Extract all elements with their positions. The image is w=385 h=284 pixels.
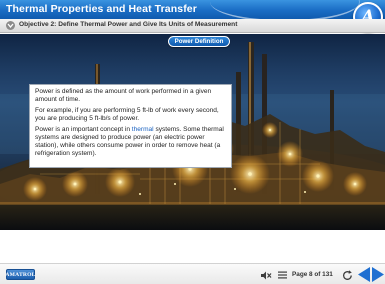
hamburger-menu-icon[interactable] [277, 269, 288, 281]
lesson-title: Thermal Properties and Heat Transfer [6, 3, 197, 15]
bottom-navigation-bar: AMATROL Page 8 of 131 [0, 263, 385, 284]
objective-bar: Objective 2: Define Thermal Power and Gi… [0, 19, 385, 33]
page-indicator: Page 8 of 131 [292, 271, 333, 278]
speaker-mute-icon[interactable] [260, 269, 272, 281]
lesson-window: Thermal Properties and Heat Transfer A O… [0, 0, 385, 284]
section-title: Power Definition [174, 38, 224, 45]
title-bar: Thermal Properties and Heat Transfer [0, 0, 385, 22]
chevron-down-icon[interactable] [6, 21, 15, 30]
objective-text: Objective 2: Define Thermal Power and Gi… [19, 21, 238, 28]
concept-paragraph: Power is an important concept in thermal… [35, 126, 226, 158]
arrow-left-icon[interactable] [357, 267, 370, 282]
amatrol-brand-badge: AMATROL [5, 269, 36, 280]
definition-card: Power is defined as the amount of work p… [29, 84, 232, 168]
definition-paragraph: Power is defined as the amount of work p… [35, 88, 212, 103]
section-title-badge: Power Definition [168, 36, 230, 47]
example-paragraph: For example, if you are performing 5 ft-… [35, 107, 219, 123]
replay-icon[interactable] [341, 269, 353, 281]
content-area: Power is defined as the amount of work p… [0, 34, 385, 230]
brand-name: AMATROL [5, 271, 36, 278]
arrow-right-icon[interactable] [371, 267, 384, 282]
concept-text-before: Power is an important concept in [35, 126, 132, 134]
thermal-keyword-link[interactable]: thermal [132, 126, 154, 133]
